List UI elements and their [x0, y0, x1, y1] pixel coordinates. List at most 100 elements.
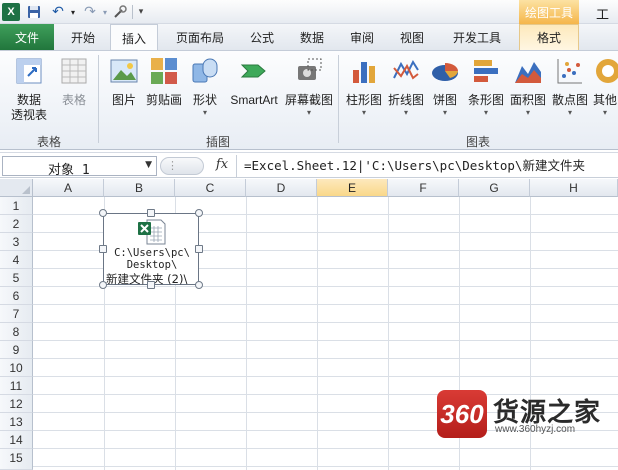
area-chart-dropdown-icon: ▾	[525, 108, 530, 117]
resize-handle-bottom[interactable]	[147, 281, 155, 289]
scatter-chart-label: 散点图	[551, 93, 588, 107]
insert-function-icon[interactable]: fx	[210, 157, 234, 175]
smartart-icon	[238, 55, 270, 87]
group-label-illustrations: 插图	[205, 135, 230, 149]
bar-chart-button[interactable]: 条形图 ▾	[466, 55, 506, 117]
pivot-table-button[interactable]: 数据 透视表	[6, 55, 52, 123]
resize-handle-top-left[interactable]	[99, 209, 107, 217]
column-header-e[interactable]: E	[317, 179, 388, 197]
area-chart-button[interactable]: 面积图 ▾	[508, 55, 548, 117]
row-header[interactable]: 5	[0, 269, 33, 287]
other-charts-dropdown-icon: ▾	[602, 108, 607, 117]
bar-chart-label: 条形图	[467, 93, 504, 107]
resize-handle-right[interactable]	[195, 245, 203, 253]
name-box[interactable]: 对象 1 ▼	[2, 156, 157, 178]
column-header-c[interactable]: C	[175, 179, 246, 197]
other-charts-button[interactable]: 其他 ▾	[592, 55, 618, 117]
grid-line	[33, 322, 618, 323]
line-chart-button[interactable]: 折线图 ▾	[386, 55, 426, 117]
resize-handle-bottom-left[interactable]	[99, 281, 107, 289]
undo-dropdown-icon[interactable]: ▾	[68, 3, 78, 21]
column-header-h[interactable]: H	[530, 179, 618, 197]
save-icon[interactable]	[26, 3, 42, 21]
select-all-corner[interactable]	[0, 179, 33, 197]
column-header-b[interactable]: B	[104, 179, 175, 197]
row-header[interactable]: 2	[0, 215, 33, 233]
row-header[interactable]: 12	[0, 395, 33, 413]
row-header[interactable]: 1	[0, 197, 33, 215]
resize-handle-top[interactable]	[147, 209, 155, 217]
undo-icon[interactable]: ↶	[50, 3, 66, 21]
screenshot-button[interactable]: 屏幕截图 ▾	[284, 55, 334, 117]
clipart-icon	[148, 55, 180, 87]
column-header-g[interactable]: G	[459, 179, 530, 197]
bar-chart-dropdown-icon: ▾	[483, 108, 488, 117]
scatter-chart-dropdown-icon: ▾	[567, 108, 572, 117]
pie-chart-button[interactable]: 饼图 ▾	[428, 55, 462, 117]
formula-bar: 对象 1 ▼ ⋮ fx =Excel.Sheet.12|'C:\Users\pc…	[0, 152, 618, 178]
group-separator	[338, 55, 339, 143]
pie-chart-dropdown-icon: ▾	[442, 108, 447, 117]
qa-separator	[132, 5, 133, 19]
tab-insert[interactable]: 插入	[110, 24, 158, 51]
resize-handle-bottom-right[interactable]	[195, 281, 203, 289]
group-label-tables: 表格	[36, 135, 61, 149]
row-header[interactable]: 14	[0, 431, 33, 449]
picture-icon	[108, 55, 140, 87]
shapes-icon	[189, 55, 221, 87]
resize-handle-left[interactable]	[99, 245, 107, 253]
row-header[interactable]: 6	[0, 287, 33, 305]
grid-line	[33, 466, 618, 467]
row-header[interactable]: 7	[0, 305, 33, 323]
customize-toolbar-icon[interactable]: ▾	[136, 3, 146, 21]
name-box-dropdown-icon[interactable]: ▼	[145, 160, 152, 170]
watermark-url: www.360hyzj.com	[495, 424, 576, 435]
embedded-excel-object[interactable]: C:\Users\pc\ Desktop\ 新建文件夹 (2)\	[103, 213, 199, 286]
title-bar: X ↶ ▾ ↷ ▾ ▾ 绘图工具 工作	[0, 0, 618, 42]
shapes-button[interactable]: 形状 ▾	[188, 55, 222, 117]
row-header[interactable]: 9	[0, 341, 33, 359]
shapes-dropdown-icon: ▾	[202, 108, 207, 117]
column-chart-icon	[348, 55, 380, 87]
redo-icon[interactable]: ↷	[82, 3, 98, 21]
column-header-a[interactable]: A	[33, 179, 104, 197]
tab-page-layout[interactable]: 页面布局	[165, 24, 235, 50]
row-header[interactable]: 15	[0, 449, 33, 470]
tools-icon[interactable]	[112, 3, 128, 21]
tab-data[interactable]: 数据	[290, 24, 334, 50]
column-chart-button[interactable]: 柱形图 ▾	[344, 55, 384, 117]
screenshot-label: 屏幕截图	[284, 93, 333, 107]
column-header-d[interactable]: D	[246, 179, 317, 197]
line-chart-icon	[390, 55, 422, 87]
tab-view[interactable]: 视图	[390, 24, 434, 50]
tab-home[interactable]: 开始	[60, 24, 106, 50]
formula-input[interactable]: =Excel.Sheet.12|'C:\Users\pc\Desktop\新建文…	[236, 155, 618, 177]
row-header[interactable]: 10	[0, 359, 33, 377]
redo-dropdown-icon[interactable]: ▾	[100, 3, 110, 21]
tab-developer[interactable]: 开发工具	[444, 24, 510, 50]
line-chart-dropdown-icon: ▾	[403, 108, 408, 117]
other-charts-icon	[592, 55, 618, 87]
table-button[interactable]: 表格	[56, 55, 92, 108]
tab-format[interactable]: 格式	[519, 24, 579, 50]
tab-file[interactable]: 文件	[0, 24, 54, 50]
row-header[interactable]: 13	[0, 413, 33, 431]
row-header[interactable]: 3	[0, 233, 33, 251]
drawing-tools-context-title: 绘图工具	[519, 0, 579, 24]
column-chart-dropdown-icon: ▾	[361, 108, 366, 117]
row-header[interactable]: 11	[0, 377, 33, 395]
pie-chart-label: 饼图	[432, 93, 457, 107]
excel-app-icon[interactable]: X	[2, 3, 20, 21]
area-chart-icon	[512, 55, 544, 87]
tab-review[interactable]: 审阅	[340, 24, 384, 50]
row-header[interactable]: 4	[0, 251, 33, 269]
column-header-f[interactable]: F	[388, 179, 459, 197]
clipart-button[interactable]: 剪贴画	[144, 55, 184, 108]
row-header[interactable]: 8	[0, 323, 33, 341]
smartart-button[interactable]: SmartArt	[226, 55, 282, 108]
formula-bar-splitter-icon[interactable]: ⋮	[160, 157, 204, 175]
scatter-chart-button[interactable]: 散点图 ▾	[550, 55, 590, 117]
resize-handle-top-right[interactable]	[195, 209, 203, 217]
tab-formulas[interactable]: 公式	[240, 24, 284, 50]
picture-button[interactable]: 图片	[106, 55, 142, 108]
